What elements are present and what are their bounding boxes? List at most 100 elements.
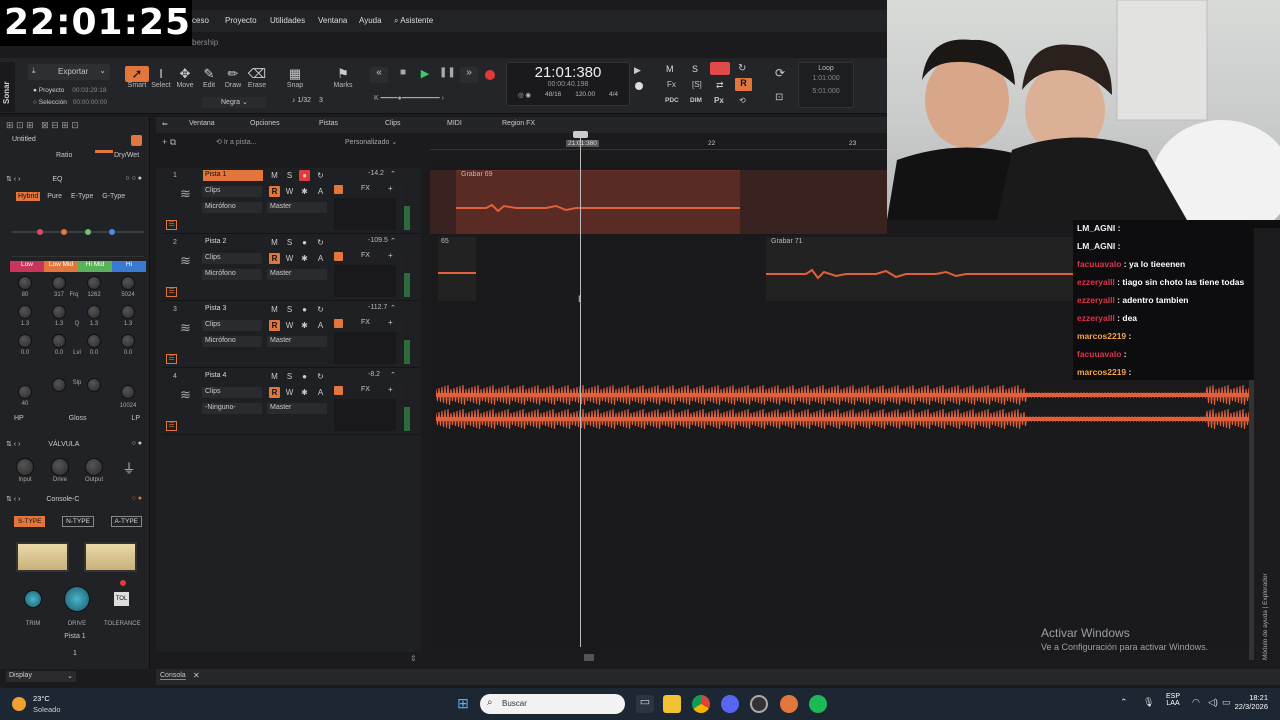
eq-mode-hybrid[interactable]: Hybrid [16,192,41,201]
playhead-handle[interactable] [573,131,588,138]
vertical-scrollbar[interactable] [1249,380,1254,660]
collapse-icon[interactable]: ⌃ [390,304,396,312]
prochannel-toggle[interactable] [334,252,343,261]
lp-knob[interactable] [121,385,135,399]
record-mini-icon[interactable] [635,82,643,90]
track-name[interactable]: Pista 3 [203,304,263,315]
timeline-ruler[interactable] [430,134,887,150]
low-freq-knob[interactable] [18,276,32,290]
freeze-icon[interactable]: ✱ [299,320,310,331]
hp-knob[interactable] [18,385,32,399]
horizontal-scroll-thumb[interactable] [584,654,594,661]
gloss-button[interactable]: Gloss [69,415,87,422]
punch-icon[interactable]: ⊡ [775,92,783,103]
fx-rack[interactable] [334,198,396,230]
himid-q-knob[interactable] [87,305,101,319]
input-echo-icon[interactable]: ↻ [315,170,326,181]
s-bracket-icon[interactable]: [S] [692,80,702,89]
file-explorer-icon[interactable] [663,695,681,713]
loop-toggle-icon[interactable]: ⟳ [775,66,785,80]
eq-mode-gtype[interactable]: G-Type [100,192,127,201]
console-tab[interactable]: Consola [160,672,186,680]
menu-item[interactable]: ceso [192,16,209,25]
output-select[interactable]: Master [267,202,327,213]
erase-tool[interactable]: ⌫ Erase [245,66,269,89]
fx-rack[interactable] [334,332,396,364]
weather-text[interactable]: Soleado [33,705,61,714]
stype-button[interactable]: S-TYPE [14,516,46,527]
color-select[interactable]: Negra ⌄ [202,97,266,108]
px-button[interactable]: Px [714,96,724,105]
freeze-icon[interactable]: ✱ [299,186,310,197]
r-global-button[interactable]: R [735,78,752,91]
input-select[interactable]: Micrófono [202,336,262,347]
collapse-icon[interactable]: ⌃ [390,170,396,178]
track-volume[interactable]: -14.2 [368,170,384,177]
edit-tool[interactable]: ✎ Edit [197,66,221,89]
dim-button[interactable]: DIM [690,97,702,104]
chrome-icon[interactable] [692,695,710,713]
track-volume[interactable]: -112.7 [368,304,387,311]
pause-button[interactable]: ❚❚ [439,67,456,83]
band-hi[interactable]: Hi [112,261,146,272]
display-select[interactable]: Display ⌄ [6,671,76,682]
snap-button[interactable]: ▦ Snap [283,66,307,89]
menu-icon[interactable]: ⇐ [162,120,168,128]
read-automation-button[interactable]: R [269,186,280,197]
weather-temp[interactable]: 23°C [33,694,50,703]
ntype-button[interactable]: N-TYPE [62,516,94,527]
snap-value[interactable]: ♪ 1/32 3 [292,97,323,104]
loop-panel[interactable]: Loop 1:01:000 5:01:000 [798,62,854,108]
select-tool[interactable]: I Select [149,66,173,89]
bpm-value[interactable]: 120.00 [575,91,595,99]
read-automation-button[interactable]: R [269,320,280,331]
record-arm-button[interactable]: ● [299,170,310,181]
goto-track-field[interactable]: ⟲ Ir a pista... [216,138,257,146]
record-arm-button[interactable]: ● [299,237,310,248]
input-select[interactable]: Micrófono [202,269,262,280]
drive-knob[interactable] [51,458,69,476]
add-fx-icon[interactable]: + [388,251,393,260]
write-automation-button[interactable]: W [284,253,295,264]
add-fx-icon[interactable]: + [388,184,393,193]
rewind-button[interactable]: « [370,67,388,83]
solo-button[interactable]: S [284,170,295,181]
lp-button[interactable]: LP [131,415,140,422]
time-display[interactable]: 21:01:380 00:00:40.198 ◎ ◉ 48/16 120.00 … [506,62,630,106]
record-arm-button[interactable]: ● [299,371,310,382]
power-toggle[interactable] [131,135,142,146]
freeze-icon[interactable]: ✱ [299,387,310,398]
view-menu-pistas[interactable]: Pistas [319,120,338,127]
output-select[interactable]: Master [267,269,327,280]
menu-item-asistente[interactable]: ⌕ Asistente [394,16,433,26]
playhead[interactable] [580,131,581,647]
input-echo-icon[interactable]: ↻ [315,371,326,382]
atype-button[interactable]: A-TYPE [110,516,142,527]
output-knob[interactable] [85,458,103,476]
menu-item-utilidades[interactable]: Utilidades [270,16,305,25]
position-slider[interactable]: K ━━━━●━━━━━━━━━ › [374,94,444,102]
eq-mode-pure[interactable]: Pure [45,192,64,201]
windows-start-icon[interactable]: ⊞ [454,695,472,713]
side-panel-label[interactable]: Módulo de ayuda | Explorador [1262,573,1269,660]
sonar-app-icon[interactable] [780,695,798,713]
lowmid-level-knob[interactable] [52,334,66,348]
swap-icon[interactable]: ⇄ [716,80,724,91]
input-select[interactable]: -Ninguno- [202,403,262,414]
pdc-button[interactable]: PDC [665,97,679,104]
record-button[interactable] [485,70,495,80]
wifi-icon[interactable]: ◠ [1192,697,1200,708]
mic-icon[interactable]: 🎙 [1143,697,1154,708]
slope-left-knob[interactable] [52,378,66,392]
write-automation-button[interactable]: W [284,186,295,197]
band-low[interactable]: Low [10,261,44,272]
add-fx-icon[interactable]: + [388,318,393,327]
stop-button[interactable]: ■ [395,67,411,83]
lowmid-q-knob[interactable] [52,305,66,319]
tray-chevron-icon[interactable]: ⌃ [1120,697,1128,708]
resize-handle-icon[interactable]: ⇕ [410,654,417,663]
trim-knob[interactable] [24,590,42,608]
collapse-icon[interactable]: ⌃ [390,237,396,245]
track-mode-select[interactable]: Clips [202,320,262,331]
band-himid[interactable]: Hi Mid [78,261,112,272]
